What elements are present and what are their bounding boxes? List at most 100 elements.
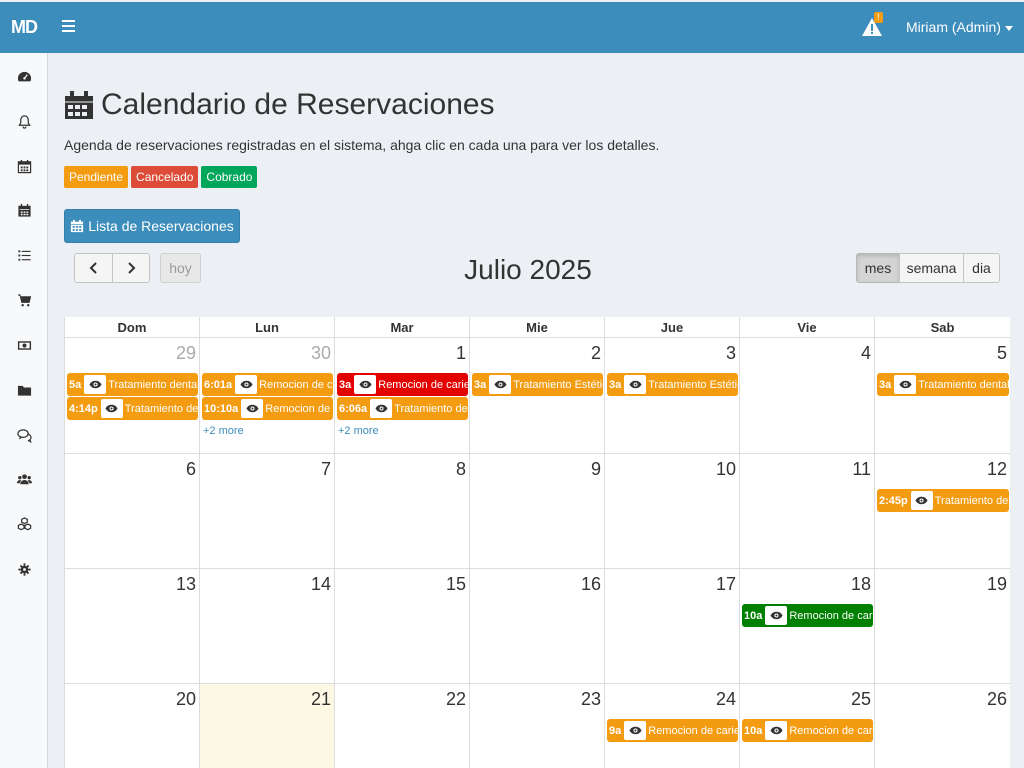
day-number[interactable]: 23 bbox=[581, 689, 601, 710]
view-month-button[interactable]: mes bbox=[856, 253, 900, 283]
prev-month-button[interactable] bbox=[74, 253, 113, 283]
day-cell[interactable]: 5 bbox=[875, 338, 1010, 454]
calendar-event[interactable]: 5a Tratamiento dental bbox=[67, 373, 198, 396]
sidebar-item-calendar[interactable] bbox=[0, 151, 48, 181]
user-menu[interactable]: Miriam (Admin) bbox=[906, 19, 1013, 35]
day-number[interactable]: 7 bbox=[321, 459, 331, 480]
day-cell[interactable]: 22 bbox=[335, 684, 470, 768]
day-cell[interactable]: 26 bbox=[875, 684, 1010, 768]
day-number[interactable]: 24 bbox=[716, 689, 736, 710]
day-number[interactable]: 21 bbox=[311, 689, 331, 710]
sidebar-toggle-icon[interactable] bbox=[62, 20, 76, 34]
day-number[interactable]: 5 bbox=[997, 343, 1007, 364]
day-cell[interactable]: 23 bbox=[470, 684, 605, 768]
day-cell[interactable]: 6 bbox=[65, 454, 200, 569]
day-number[interactable]: 19 bbox=[987, 574, 1007, 595]
day-cell[interactable]: 7 bbox=[200, 454, 335, 569]
calendar-event[interactable]: 6:01a Remocion de caries bbox=[202, 373, 333, 396]
day-number[interactable]: 25 bbox=[851, 689, 871, 710]
day-number[interactable]: 11 bbox=[852, 459, 871, 480]
day-cell[interactable]: 29 bbox=[65, 338, 200, 454]
day-cell[interactable]: 3 bbox=[605, 338, 740, 454]
day-cell[interactable]: 16 bbox=[470, 569, 605, 684]
day-cell[interactable]: 8 bbox=[335, 454, 470, 569]
sidebar-item-folder[interactable] bbox=[0, 375, 48, 405]
eye-icon[interactable] bbox=[100, 399, 123, 418]
next-month-button[interactable] bbox=[112, 253, 150, 283]
calendar-event[interactable]: 10a Remocion de caries bbox=[742, 719, 873, 742]
day-cell[interactable]: 11 bbox=[740, 454, 875, 569]
day-number[interactable]: 10 bbox=[716, 459, 736, 480]
calendar-event[interactable]: 3a Tratamiento Estético bbox=[607, 373, 738, 396]
eye-icon[interactable] bbox=[894, 375, 917, 394]
eye-icon[interactable] bbox=[235, 375, 258, 394]
calendar-event[interactable]: 10a Remocion de caries bbox=[742, 604, 873, 627]
eye-icon[interactable] bbox=[910, 491, 933, 510]
day-number[interactable]: 17 bbox=[716, 574, 736, 595]
day-number[interactable]: 9 bbox=[591, 459, 601, 480]
sidebar-item-settings[interactable] bbox=[0, 554, 48, 584]
day-cell[interactable]: 21 bbox=[200, 684, 335, 768]
day-cell[interactable]: 17 bbox=[605, 569, 740, 684]
calendar-event[interactable]: 2:45p Tratamiento dental bbox=[877, 489, 1009, 512]
eye-icon[interactable] bbox=[765, 606, 788, 625]
calendar-event[interactable]: 6:06a Tratamiento dental bbox=[337, 397, 468, 420]
eye-icon[interactable] bbox=[354, 375, 377, 394]
day-number[interactable]: 15 bbox=[446, 574, 466, 595]
day-number[interactable]: 12 bbox=[987, 459, 1007, 480]
day-number[interactable]: 18 bbox=[851, 574, 871, 595]
view-day-button[interactable]: dia bbox=[963, 253, 1000, 283]
day-cell[interactable]: 9 bbox=[470, 454, 605, 569]
calendar-event[interactable]: 10:10a Remocion de caries bbox=[202, 397, 333, 420]
sidebar-item-products[interactable] bbox=[0, 509, 48, 539]
sidebar-item-calendar-dark[interactable] bbox=[0, 195, 48, 225]
calendar-event[interactable]: 9a Remocion de caries bbox=[607, 719, 738, 742]
more-events-link[interactable]: +2 more bbox=[203, 425, 244, 437]
day-number[interactable]: 3 bbox=[726, 343, 736, 364]
day-cell[interactable]: 15 bbox=[335, 569, 470, 684]
sidebar-item-money[interactable] bbox=[0, 330, 48, 360]
day-number[interactable]: 8 bbox=[456, 459, 466, 480]
day-number[interactable]: 30 bbox=[311, 343, 331, 364]
eye-icon[interactable] bbox=[489, 375, 512, 394]
day-number[interactable]: 29 bbox=[176, 343, 196, 364]
eye-icon[interactable] bbox=[765, 721, 788, 740]
day-cell[interactable]: 19 bbox=[875, 569, 1010, 684]
day-cell[interactable]: 2 bbox=[470, 338, 605, 454]
reservation-list-button[interactable]: Lista de Reservaciones bbox=[64, 209, 240, 243]
day-cell[interactable]: 20 bbox=[65, 684, 200, 768]
sidebar-item-users[interactable] bbox=[0, 464, 48, 494]
eye-icon[interactable] bbox=[84, 375, 107, 394]
sidebar-item-cart[interactable] bbox=[0, 285, 48, 315]
calendar-event[interactable]: 4:14p Tratamiento dental bbox=[67, 397, 198, 420]
eye-icon[interactable] bbox=[624, 721, 647, 740]
calendar-event[interactable]: 3a Remocion de caries bbox=[337, 373, 468, 396]
eye-icon[interactable] bbox=[370, 399, 393, 418]
calendar-event[interactable]: 3a Tratamiento dental bbox=[877, 373, 1009, 396]
day-number[interactable]: 22 bbox=[446, 689, 466, 710]
view-week-button[interactable]: semana bbox=[899, 253, 964, 283]
day-number[interactable]: 16 bbox=[581, 574, 601, 595]
more-events-link[interactable]: +2 more bbox=[338, 425, 379, 437]
day-number[interactable]: 14 bbox=[311, 574, 331, 595]
day-number[interactable]: 13 bbox=[176, 574, 196, 595]
day-cell[interactable]: 13 bbox=[65, 569, 200, 684]
sidebar-item-dashboard[interactable] bbox=[0, 61, 48, 91]
eye-icon[interactable] bbox=[624, 375, 647, 394]
day-number[interactable]: 6 bbox=[186, 459, 196, 480]
sidebar-item-list[interactable] bbox=[0, 240, 48, 270]
calendar-event[interactable]: 3a Tratamiento Estético bbox=[472, 373, 603, 396]
day-number[interactable]: 2 bbox=[591, 343, 601, 364]
day-number[interactable]: 1 bbox=[456, 343, 466, 364]
day-cell[interactable]: 14 bbox=[200, 569, 335, 684]
day-number[interactable]: 4 bbox=[861, 343, 871, 364]
today-button[interactable]: hoy bbox=[160, 253, 201, 283]
sidebar-item-notifications[interactable] bbox=[0, 106, 48, 136]
eye-icon[interactable] bbox=[241, 399, 264, 418]
day-number[interactable]: 26 bbox=[987, 689, 1007, 710]
day-cell[interactable]: 4 bbox=[740, 338, 875, 454]
day-cell[interactable]: 10 bbox=[605, 454, 740, 569]
sidebar-item-comments[interactable] bbox=[0, 420, 48, 450]
app-logo[interactable]: MD bbox=[0, 2, 48, 53]
day-number[interactable]: 20 bbox=[176, 689, 196, 710]
